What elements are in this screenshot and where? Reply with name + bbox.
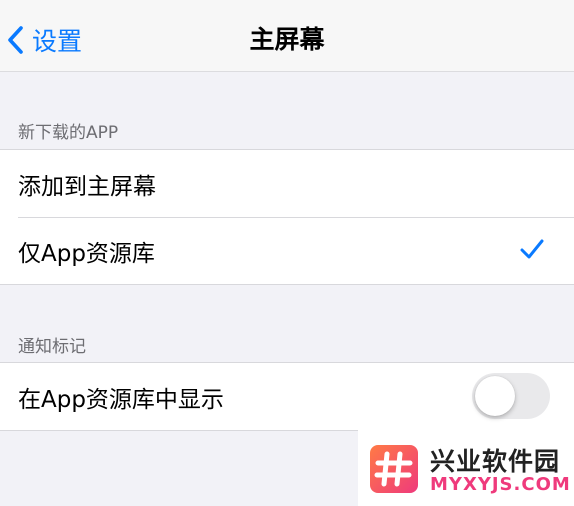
watermark-name: 兴业软件园 [430,447,561,476]
watermark-logo-icon [370,445,418,493]
badges-group: 在App资源库中显示 [0,362,574,431]
navigation-bar: 设置 主屏幕 [0,0,574,72]
toggle-knob [475,376,515,416]
show-in-app-library-row: 在App资源库中显示 [0,363,574,430]
watermark-url: MYXYJS.COM [430,474,571,495]
option-label: 添加到主屏幕 [18,173,156,200]
section-header-new-apps: 新下载的APP [18,123,119,143]
option-app-library-only[interactable]: 仅App资源库 [0,217,574,284]
new-apps-option-group: 添加到主屏幕 仅App资源库 [0,149,574,285]
show-in-app-library-toggle[interactable] [472,373,550,419]
watermark: 兴业软件园 MYXYJS.COM [358,430,574,506]
page-title: 主屏幕 [249,25,325,54]
option-label: 仅App资源库 [18,240,155,267]
option-add-to-home-screen[interactable]: 添加到主屏幕 [0,150,574,217]
section-header-badges: 通知标记 [18,337,86,357]
checkmark-icon [520,239,544,265]
toggle-label: 在App资源库中显示 [18,386,224,413]
